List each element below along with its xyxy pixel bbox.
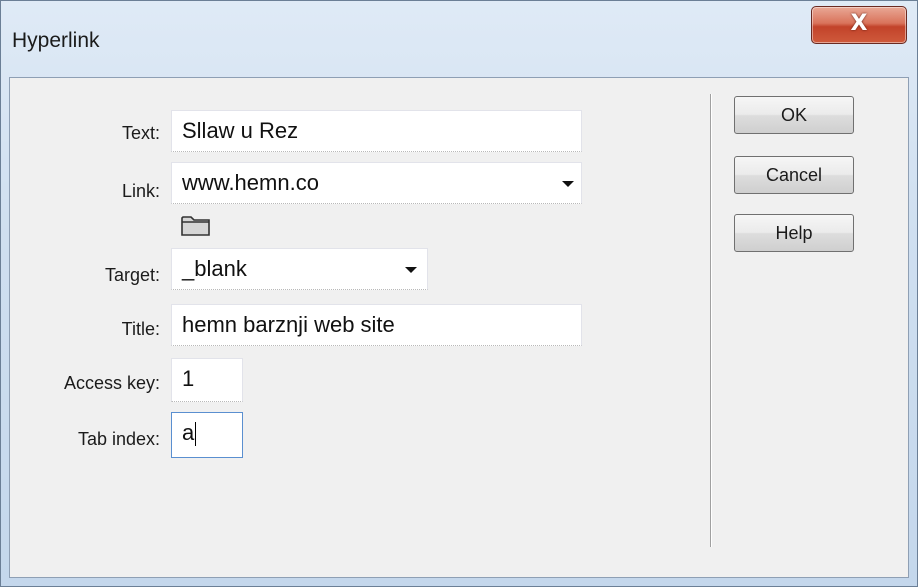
access-key-input[interactable]: 1 <box>171 358 243 402</box>
access-key-label: Access key: <box>63 373 160 393</box>
link-value: www.hemn.co <box>182 170 319 195</box>
window-title: Hyperlink <box>12 29 100 52</box>
tab-index-input[interactable]: a <box>171 412 243 458</box>
link-label: Link: <box>121 181 160 201</box>
target-dropdown[interactable]: _blank <box>171 248 428 290</box>
tab-index-value: a <box>182 420 195 445</box>
help-button[interactable]: Help <box>734 214 854 252</box>
chevron-down-icon <box>405 267 417 273</box>
close-button[interactable]: X <box>811 6 907 44</box>
text-input[interactable]: Sllaw u Rez <box>171 110 582 152</box>
title-input[interactable]: hemn barznji web site <box>171 304 582 346</box>
text-caret <box>195 422 197 447</box>
dialog-body: Text: Sllaw u Rez Link: www.hemn.co Targ… <box>9 77 909 578</box>
hyperlink-dialog: Hyperlink X Text: Sllaw u Rez Link: www.… <box>0 0 918 587</box>
tab-index-label: Tab index: <box>77 429 160 449</box>
title-bar[interactable]: Hyperlink X <box>1 1 917 77</box>
link-dropdown[interactable]: www.hemn.co <box>171 162 582 204</box>
folder-icon[interactable] <box>181 214 211 236</box>
chevron-down-icon <box>562 181 574 187</box>
text-label: Text: <box>121 123 160 143</box>
target-value: _blank <box>182 256 247 281</box>
close-icon: X <box>850 11 868 36</box>
title-label: Title: <box>121 319 160 339</box>
cancel-button[interactable]: Cancel <box>734 156 854 194</box>
vertical-separator <box>710 94 711 547</box>
target-label: Target: <box>104 265 160 285</box>
ok-button[interactable]: OK <box>734 96 854 134</box>
